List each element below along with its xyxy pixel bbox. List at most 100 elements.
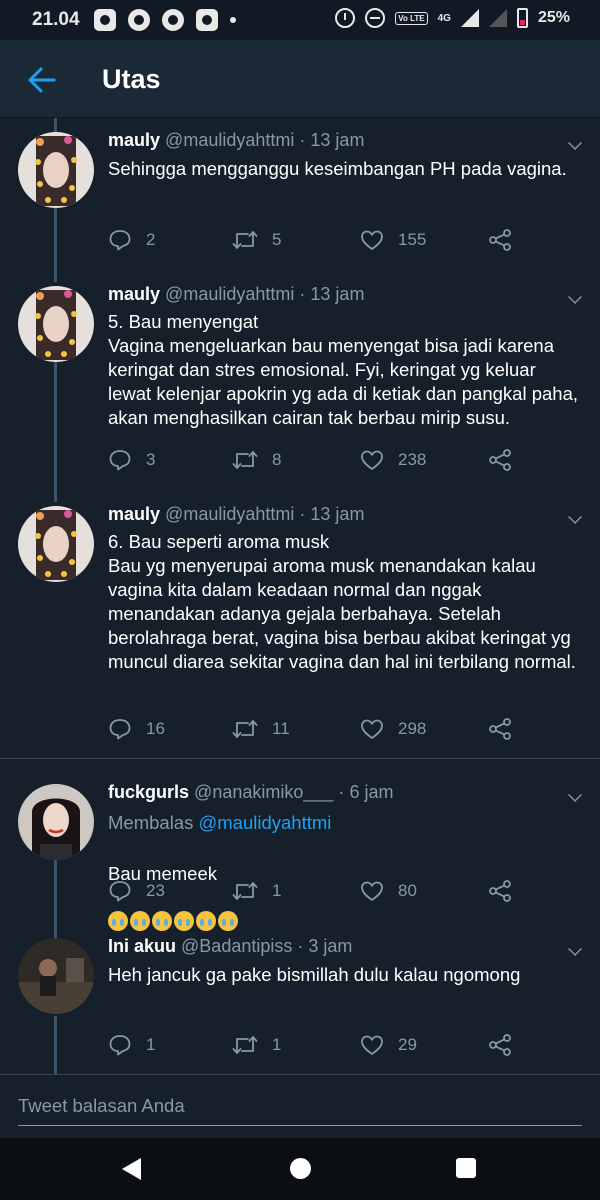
tweet[interactable]: mauly @maulidyahttmi · 13 jam Sehingga m… [0,130,600,270]
arrow-left-icon [28,67,56,93]
retweet-button[interactable]: 8 [232,448,281,472]
reply-count: 1 [146,1035,156,1054]
chevron-down-icon[interactable] [568,510,582,524]
tweet-header: fuckgurls @nanakimiko___ · 6 jam [108,782,393,803]
share-icon [489,718,511,740]
tweet-header: mauly @maulidyahttmi · 13 jam [108,504,364,525]
reply-button[interactable]: 2 [108,228,155,252]
retweet-button[interactable]: 1 [232,1033,281,1057]
author-handle[interactable]: @maulidyahttmi [165,130,294,150]
nav-back-icon[interactable] [122,1158,141,1180]
chevron-down-icon[interactable] [568,290,582,304]
nav-home-icon[interactable] [290,1158,311,1179]
author-handle[interactable]: @nanakimiko___ [194,782,333,802]
nav-recents-icon[interactable] [456,1158,476,1178]
like-button[interactable]: 238 [360,448,426,472]
share-button[interactable] [488,717,512,741]
volte-icon: Vo LTE [395,11,428,25]
thread-divider [0,758,600,759]
author-handle[interactable]: @maulidyahttmi [165,504,294,524]
back-button[interactable] [26,64,58,96]
retweet-count: 1 [272,1035,282,1054]
heart-icon [361,1035,383,1055]
retweet-icon [232,720,258,738]
battery-percent: 25% [537,9,570,26]
reply-icon [109,230,131,251]
reply-button[interactable]: 23 [108,879,165,903]
retweet-icon [232,1036,258,1054]
tweet[interactable]: mauly @maulidyahttmi · 13 jam 6. Bau sep… [0,504,600,744]
chevron-down-icon[interactable] [568,136,582,150]
whatsapp-icon [128,9,150,31]
like-button[interactable]: 155 [360,228,426,252]
do-not-disturb-icon [365,8,386,28]
author-name[interactable]: mauly [108,130,160,150]
avatar[interactable] [18,286,94,362]
separator: · [297,936,304,956]
share-button[interactable] [488,228,512,252]
reply-composer [0,1074,600,1138]
replying-to: Membalas @maulidyahttmi [108,812,331,834]
like-button[interactable]: 298 [360,717,426,741]
reply-button[interactable]: 3 [108,448,155,472]
reply-button[interactable]: 1 [108,1033,155,1057]
reply-icon [109,450,131,471]
share-icon [489,449,511,471]
reply-count: 2 [146,230,156,249]
telegram-icon [162,9,184,31]
separator: · [299,284,306,304]
author-name[interactable]: fuckgurls [108,782,189,802]
tweet[interactable]: fuckgurls @nanakimiko___ · 6 jam Membala… [0,782,600,931]
heart-icon [361,719,383,739]
retweet-button[interactable]: 11 [232,717,290,741]
status-bar: 21.04 Vo LTE 4G 25% [0,0,600,40]
avatar[interactable] [18,132,94,208]
tweet-actions: 1 1 29 [108,1033,528,1057]
retweet-button[interactable]: 5 [232,228,281,252]
retweet-count: 1 [272,881,282,900]
tweet-actions: 16 11 298 [108,717,528,741]
loudly-crying-face-emoji [130,911,150,931]
signal-icon [460,9,479,27]
reply-count: 16 [146,719,165,738]
chevron-down-icon[interactable] [568,788,582,802]
loudly-crying-face-emoji [108,911,128,931]
tweet[interactable]: mauly @maulidyahttmi · 13 jam 5. Bau men… [0,284,600,484]
avatar[interactable] [18,784,94,860]
retweet-count: 8 [272,450,282,469]
share-button[interactable] [488,448,512,472]
like-count: 238 [398,450,427,469]
author-name[interactable]: mauly [108,284,160,304]
tweet-time: 3 jam [308,936,353,956]
reply-input[interactable] [18,1095,582,1126]
avatar[interactable] [18,506,94,582]
share-button[interactable] [488,879,512,903]
loudly-crying-face-emoji [218,911,238,931]
mention-link[interactable]: @maulidyahttmi [198,812,331,833]
signal-secondary-icon [488,9,507,27]
author-handle[interactable]: @Badantipiss [181,936,292,956]
tweet-text: 5. Bau menyengat Vagina mengeluarkan bau… [108,311,579,428]
notification-icons [94,9,236,31]
replying-to-label: Membalas [108,812,194,833]
loudly-crying-face-emoji [196,911,216,931]
app-header: Utas [0,40,600,118]
retweet-icon [232,882,258,900]
network-type: 4G [437,12,451,24]
author-handle[interactable]: @maulidyahttmi [165,284,294,304]
tweet-header: mauly @maulidyahttmi · 13 jam [108,130,364,151]
reply-button[interactable]: 16 [108,717,165,741]
retweet-button[interactable]: 1 [232,879,281,903]
tweet-time: 13 jam [310,130,365,150]
chevron-down-icon[interactable] [568,942,582,956]
author-name[interactable]: Ini akuu [108,936,176,956]
like-count: 29 [398,1035,417,1054]
heart-icon [361,881,383,901]
like-button[interactable]: 29 [360,1033,417,1057]
notification-app-icon [196,9,218,31]
tweet[interactable]: Ini akuu @Badantipiss · 3 jam Heh jancuk… [0,936,600,1066]
like-button[interactable]: 80 [360,879,417,903]
avatar[interactable] [18,938,94,1014]
share-button[interactable] [488,1033,512,1057]
author-name[interactable]: mauly [108,504,160,524]
